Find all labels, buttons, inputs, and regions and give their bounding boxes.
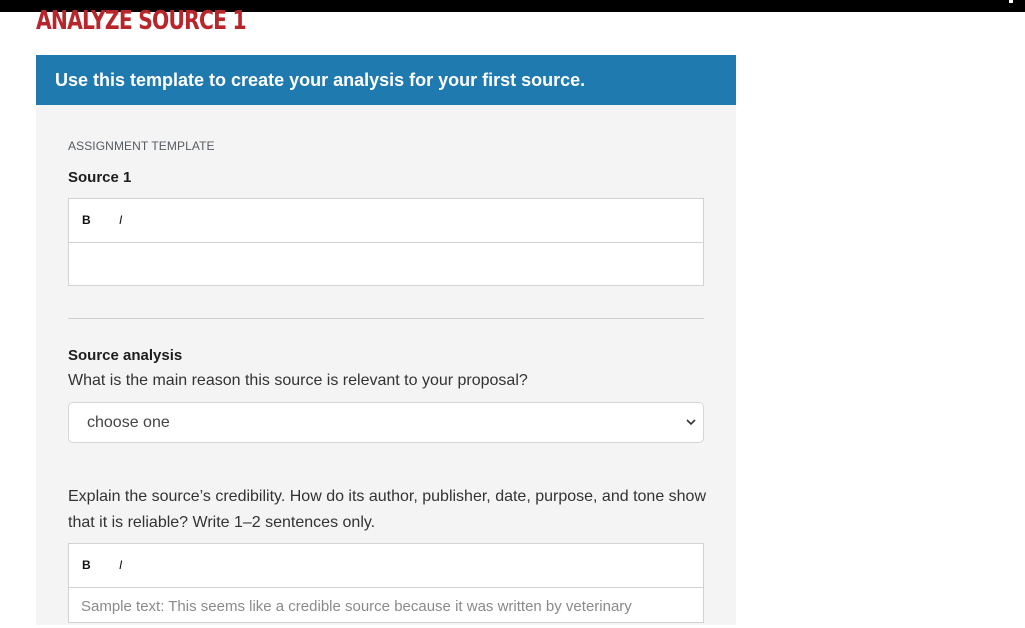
italic-button[interactable]: I [119, 213, 122, 227]
relevance-select-value: choose one [87, 414, 170, 431]
source-1-input[interactable] [69, 243, 703, 285]
source-analysis-label: Source analysis [68, 347, 183, 364]
source-1-editor: B I [68, 198, 704, 286]
chevron-down-icon [686, 419, 696, 426]
assignment-template-label: ASSIGNMENT TEMPLATE [68, 139, 215, 153]
relevance-question: What is the main reason this source is r… [68, 372, 528, 389]
credibility-toolbar: B I [69, 544, 703, 588]
bold-button[interactable]: B [82, 213, 91, 227]
top-bar-indicator [1009, 0, 1013, 3]
credibility-question: Explain the source’s credibility. How do… [68, 488, 707, 531]
source-1-label: Source 1 [68, 169, 132, 186]
credibility-editor: B I Sample text: This seems like a credi… [68, 543, 704, 623]
page-title: ANALYZE SOURCE 1 [36, 6, 247, 36]
credibility-input[interactable]: Sample text: This seems like a credible … [69, 588, 703, 628]
section-divider [68, 318, 704, 319]
source-1-toolbar: B I [69, 199, 703, 243]
relevance-select[interactable]: choose one [68, 402, 704, 443]
bold-button[interactable]: B [82, 558, 91, 572]
italic-button[interactable]: I [119, 558, 122, 572]
credibility-placeholder: Sample text: This seems like a credible … [81, 598, 632, 615]
instruction-banner: Use this template to create your analysi… [36, 55, 736, 105]
